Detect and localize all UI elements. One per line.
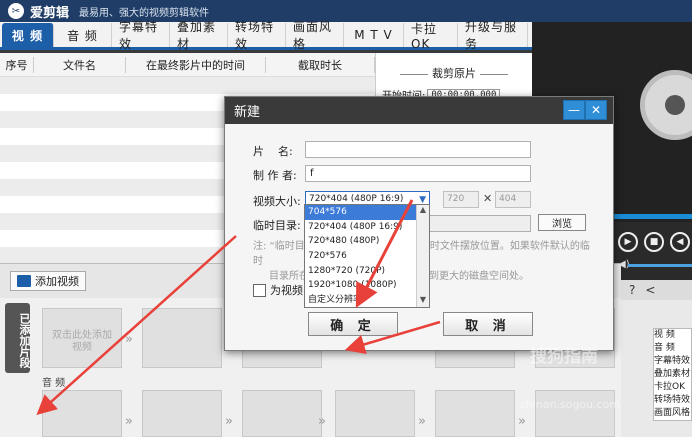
add-video-hint[interactable]: 双击此处添加视频 xyxy=(48,330,116,354)
play-icon[interactable]: ▶ xyxy=(618,232,638,252)
side-list-item[interactable]: 画面风格 xyxy=(654,407,691,420)
added-clips-tab[interactable]: 已添加片段 xyxy=(5,303,31,373)
temp-dir-label: 临时目录: xyxy=(253,219,301,232)
audio-slot[interactable] xyxy=(242,390,322,437)
side-toolbar: ? < xyxy=(621,280,692,300)
clip-slot[interactable] xyxy=(142,308,222,368)
author-input[interactable]: f xyxy=(305,165,531,182)
size-option[interactable]: 720*404 (480P 16:9) xyxy=(305,220,417,235)
tab-picture-style[interactable]: 画面风格 xyxy=(286,20,344,51)
side-list-item[interactable]: 音 频 xyxy=(654,342,691,355)
side-list-item[interactable]: 卡拉OK xyxy=(654,381,691,394)
chevron-right-icon: » xyxy=(125,332,133,347)
width-input[interactable]: 720 xyxy=(443,191,479,208)
col-final-time-header[interactable]: 在最终影片中的时间 xyxy=(126,56,266,73)
film-icon xyxy=(17,275,31,287)
size-option[interactable]: 704*576 xyxy=(305,205,417,220)
chevron-right-icon: » xyxy=(125,414,133,429)
scroll-down-icon[interactable]: ▼ xyxy=(417,295,429,307)
video-size-label: 视频大小: xyxy=(253,195,301,208)
tab-karaoke[interactable]: 卡拉OK xyxy=(404,22,458,51)
size-option[interactable]: 1280*720 (720P) xyxy=(305,264,417,279)
audio-slot[interactable] xyxy=(335,390,415,437)
browse-button[interactable]: 浏览 xyxy=(538,214,586,231)
name-input[interactable] xyxy=(305,141,531,158)
tab-transition-effects[interactable]: 转场特效 xyxy=(228,20,286,51)
col-index-header[interactable]: 序号 xyxy=(0,56,34,73)
size-option[interactable]: 720*576 xyxy=(305,249,417,264)
chevron-right-icon: » xyxy=(318,414,326,429)
app-logo-icon: ✂ xyxy=(8,3,24,19)
main-tab-bar: 视 频 音 频 字幕特效 叠加素材 转场特效 画面风格 M T V 卡拉OK 升… xyxy=(0,20,532,51)
minimize-icon[interactable]: — xyxy=(563,100,585,120)
video-list-header: 序号 文件名 在最终影片中的时间 截取时长 xyxy=(0,53,375,77)
add-video-label: 添加视频 xyxy=(35,275,79,288)
size-option[interactable]: 720*480 (480P) xyxy=(305,234,417,249)
dialog-window-buttons: — ✕ xyxy=(563,100,607,120)
tab-audio[interactable]: 音 频 xyxy=(54,23,112,47)
dialog-title-bar: 新建 xyxy=(225,97,613,124)
cancel-button[interactable]: 取 消 xyxy=(443,312,533,336)
side-list-item[interactable]: 叠加素材 xyxy=(654,368,691,381)
watermark: 搜狗指南 xyxy=(530,347,598,367)
height-input[interactable]: 404 xyxy=(495,191,531,208)
tab-subtitle-effects[interactable]: 字幕特效 xyxy=(112,20,170,51)
dropdown-scrollbar[interactable]: ▲ ▼ xyxy=(416,205,429,307)
size-option[interactable]: 1920*1080 (1080P) xyxy=(305,278,417,293)
title-bar: ✂ 爱剪辑 最易用、强大的视频剪辑软件 xyxy=(0,0,692,22)
dialog-title: 新建 xyxy=(234,105,261,120)
tab-overlay-material[interactable]: 叠加素材 xyxy=(170,20,228,51)
close-icon[interactable]: ✕ xyxy=(585,100,607,120)
auto-add-checkbox[interactable] xyxy=(253,283,266,297)
watermark-url: zhinan.sogou.com xyxy=(520,398,621,411)
tab-video[interactable]: 视 频 xyxy=(2,23,54,47)
audio-slot[interactable] xyxy=(142,390,222,437)
chevron-right-icon: » xyxy=(225,414,233,429)
audio-slot[interactable] xyxy=(435,390,515,437)
author-label: 制 作 者: xyxy=(253,169,297,182)
tab-mtv[interactable]: M T V xyxy=(344,23,404,47)
playback-progress-bar[interactable] xyxy=(612,214,692,219)
times-icon: ✕ xyxy=(483,192,493,205)
stop-icon[interactable]: ■ xyxy=(644,232,664,252)
side-feature-list: 视 频 音 频 字幕特效 叠加素材 卡拉OK 转场特效 画面风格 xyxy=(653,328,692,421)
help-icon[interactable]: ? xyxy=(629,283,635,297)
video-size-dropdown: 704*576 720*404 (480P 16:9) 720*480 (480… xyxy=(304,204,430,308)
audio-slot[interactable] xyxy=(42,390,122,437)
chevron-right-icon: » xyxy=(418,414,426,429)
volume-slider[interactable] xyxy=(628,264,692,267)
name-label: 片 名: xyxy=(253,145,293,158)
chevron-right-icon: » xyxy=(518,414,526,429)
playback-controls: ▶ ■ ◀ xyxy=(612,222,692,280)
col-filename-header[interactable]: 文件名 xyxy=(34,56,126,73)
previous-icon[interactable]: ◀ xyxy=(670,232,690,252)
scroll-up-icon[interactable]: ▲ xyxy=(417,205,429,217)
size-option[interactable]: 自定义分辨率 xyxy=(305,293,417,308)
app-name: 爱剪辑 xyxy=(30,5,70,21)
side-list-item[interactable]: 视 频 xyxy=(654,329,691,342)
add-video-button[interactable]: 添加视频 xyxy=(10,271,86,291)
col-duration-header[interactable]: 截取时长 xyxy=(266,56,375,73)
ok-button[interactable]: 确 定 xyxy=(308,312,398,336)
crop-panel-title: 裁剪原片 xyxy=(376,65,532,81)
side-list-item[interactable]: 字幕特效 xyxy=(654,355,691,368)
share-icon[interactable]: < xyxy=(645,283,655,297)
tab-upgrade-service[interactable]: 升级与服务 xyxy=(458,20,528,51)
audio-track-label: 音 频 xyxy=(42,378,66,389)
app-slogan: 最易用、强大的视频剪辑软件 xyxy=(79,7,210,19)
right-side-panel: ? < 视 频 音 频 字幕特效 叠加素材 卡拉OK 转场特效 画面风格 xyxy=(621,280,692,437)
side-list-item[interactable]: 转场特效 xyxy=(654,394,691,407)
video-size-value: 720*404 (480P 16:9) xyxy=(309,194,404,204)
